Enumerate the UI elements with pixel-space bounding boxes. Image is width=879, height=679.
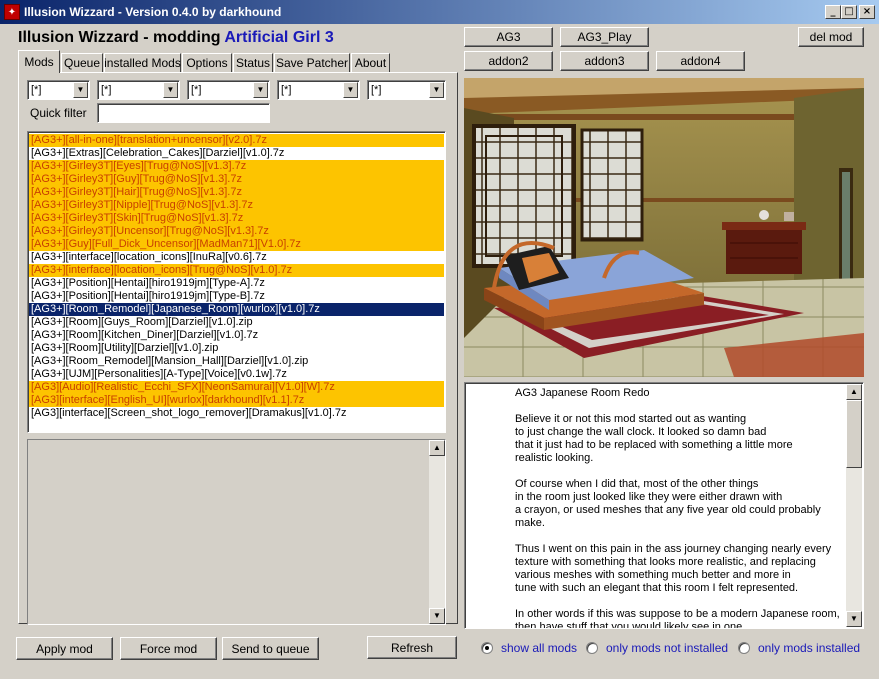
tab-installed-mods[interactable]: installed Mods [104, 53, 181, 72]
mod-description: AG3 Japanese Room Redo Believe it or not… [464, 382, 864, 629]
tab-save-patcher[interactable]: Save Patcher [274, 53, 350, 72]
tab-queue[interactable]: Queue [61, 53, 103, 72]
filter-combo-value: [*] [371, 84, 382, 96]
title-bar[interactable]: ✦ Illusion Wizzard - Version 0.4.0 by da… [0, 0, 879, 24]
filter-combo-5[interactable]: [*] ▼ [367, 80, 446, 100]
list-item[interactable]: [AG3+][Girley3T][Guy][Trug@NoS][v1.3].7z [29, 173, 444, 186]
chevron-down-icon[interactable]: ▼ [343, 82, 358, 98]
list-item[interactable]: [AG3+][Girley3T][Eyes][Trug@NoS][v1.3].7… [29, 160, 444, 173]
description-paragraph: In other words if this was suppose to be… [515, 608, 840, 629]
details-scrollbar[interactable]: ▲ ▼ [429, 440, 445, 624]
list-item[interactable]: [AG3+][Guy][Full_Dick_Uncensor][MadMan71… [29, 238, 444, 251]
radio-dot-icon[interactable] [738, 642, 750, 654]
filter-combo-value: [*] [191, 84, 202, 96]
description-paragraph: Thus I went on this pain in the ass jour… [515, 543, 832, 594]
list-item[interactable]: [AG3][interface][Screen_shot_logo_remove… [29, 407, 444, 420]
list-item[interactable]: [AG3+][Position][Hentai][hiro1919jm][Typ… [29, 290, 444, 303]
list-item[interactable]: [AG3+][Position][Hentai][hiro1919jm][Typ… [29, 277, 444, 290]
radio-dot-icon[interactable] [481, 642, 493, 654]
scroll-up-icon[interactable]: ▲ [846, 384, 862, 400]
game-name: Artificial Girl 3 [224, 29, 334, 46]
list-item[interactable]: [AG3+][UJM][Personalities][A-Type][Voice… [29, 368, 444, 381]
mod-preview-image [464, 78, 864, 377]
radio-label: only mods not installed [606, 641, 729, 655]
mod-list[interactable]: [AG3+][all-in-one][translation+uncensor]… [27, 131, 446, 433]
chevron-down-icon[interactable]: ▼ [429, 82, 444, 98]
list-item[interactable]: [AG3][Audio][Realistic_Ecchi_SFX][NeonSa… [29, 381, 444, 394]
send-to-queue-button[interactable]: Send to queue [222, 637, 319, 660]
page-title-prefix: Illusion Wizzard - modding [18, 29, 225, 46]
radio-only-installed[interactable]: only mods installed [738, 641, 860, 655]
filter-combo-value: [*] [281, 84, 292, 96]
maximize-button[interactable]: □ [841, 5, 857, 19]
list-item[interactable]: [AG3+][interface][location_icons][Trug@N… [29, 264, 444, 277]
chevron-down-icon[interactable]: ▼ [253, 82, 268, 98]
addon2-button[interactable]: addon2 [464, 51, 553, 71]
list-item[interactable]: [AG3+][Room][Kitchen_Diner][Darziel][v1.… [29, 329, 444, 342]
scroll-thumb[interactable] [846, 400, 862, 468]
description-scrollbar[interactable]: ▲ ▼ [846, 384, 862, 627]
tab-about[interactable]: About [351, 53, 390, 72]
quick-filter-label: Quick filter [30, 106, 87, 120]
addon4-button[interactable]: addon4 [656, 51, 745, 71]
radio-label: only mods installed [758, 641, 861, 655]
list-item[interactable]: [AG3+][Girley3T][Skin][Trug@NoS][v1.3].7… [29, 212, 444, 225]
tab-status[interactable]: Status [233, 53, 273, 72]
mod-description-title: AG3 Japanese Room Redo [515, 387, 650, 399]
quick-filter-input[interactable] [97, 103, 270, 123]
radio-dot-icon[interactable] [586, 642, 598, 654]
del-mod-button[interactable]: del mod [798, 27, 864, 47]
list-item[interactable]: [AG3+][Girley3T][Uncensor][Trug@NoS][v1.… [29, 225, 444, 238]
force-mod-button[interactable]: Force mod [120, 637, 217, 660]
list-item[interactable]: [AG3][interface][English_UI][wurlox][dar… [29, 394, 444, 407]
list-item[interactable]: [AG3+][Girley3T][Nipple][Trug@NoS][v1.3]… [29, 199, 444, 212]
filter-combo-2[interactable]: [*] ▼ [97, 80, 180, 100]
app-icon: ✦ [4, 4, 20, 20]
list-item[interactable]: [AG3+][interface][location_icons][InuRa]… [29, 251, 444, 264]
radio-only-not-installed[interactable]: only mods not installed [586, 641, 728, 655]
tab-options[interactable]: Options [182, 53, 232, 72]
filter-combo-value: [*] [101, 84, 112, 96]
ag3-button[interactable]: AG3 [464, 27, 553, 47]
list-item[interactable]: [AG3+][all-in-one][translation+uncensor]… [29, 134, 444, 147]
quick-filter-value [98, 107, 101, 119]
chevron-down-icon[interactable]: ▼ [73, 82, 88, 98]
scroll-down-icon[interactable]: ▼ [429, 608, 445, 624]
ag3-play-button[interactable]: AG3_Play [560, 27, 649, 47]
radio-show-all-mods[interactable]: show all mods [481, 641, 577, 655]
window-title: Illusion Wizzard - Version 0.4.0 by dark… [24, 5, 282, 19]
scroll-down-icon[interactable]: ▼ [846, 611, 862, 627]
mod-description-text: AG3 Japanese Room Redo Believe it or not… [515, 387, 845, 629]
list-item[interactable]: [AG3+][Extras][Celebration_Cakes][Darzie… [29, 147, 444, 160]
filter-combo-3[interactable]: [*] ▼ [187, 80, 270, 100]
list-item[interactable]: [AG3+][Girley3T][Hair][Trug@NoS][v1.3].7… [29, 186, 444, 199]
radio-label: show all mods [501, 641, 578, 655]
japanese-room-preview [464, 78, 864, 377]
list-item[interactable]: [AG3+][Room_Remodel][Japanese_Room][wurl… [29, 303, 444, 316]
description-paragraph: Believe it or not this mod started out a… [515, 413, 793, 464]
mod-details-box: ▲ ▼ [27, 439, 446, 625]
tab-mods[interactable]: Mods [18, 50, 60, 73]
scroll-up-icon[interactable]: ▲ [429, 440, 445, 456]
filter-combo-1[interactable]: [*] ▼ [27, 80, 90, 100]
refresh-button[interactable]: Refresh [367, 636, 457, 659]
list-item[interactable]: [AG3+][Room][Guys_Room][Darziel][v1.0].z… [29, 316, 444, 329]
chevron-down-icon[interactable]: ▼ [163, 82, 178, 98]
filter-combo-4[interactable]: [*] ▼ [277, 80, 360, 100]
filter-combo-value: [*] [31, 84, 42, 96]
addon3-button[interactable]: addon3 [560, 51, 649, 71]
description-paragraph: Of course when I did that, most of the o… [515, 478, 821, 529]
close-button[interactable]: × [859, 5, 875, 19]
minimize-button[interactable]: _ [825, 5, 841, 19]
apply-mod-button[interactable]: Apply mod [16, 637, 113, 660]
page-title: Illusion Wizzard - modding Artificial Gi… [18, 29, 334, 47]
list-item[interactable]: [AG3+][Room_Remodel][Mansion_Hall][Darzi… [29, 355, 444, 368]
list-item[interactable]: [AG3+][Room][Utility][Darziel][v1.0].zip [29, 342, 444, 355]
